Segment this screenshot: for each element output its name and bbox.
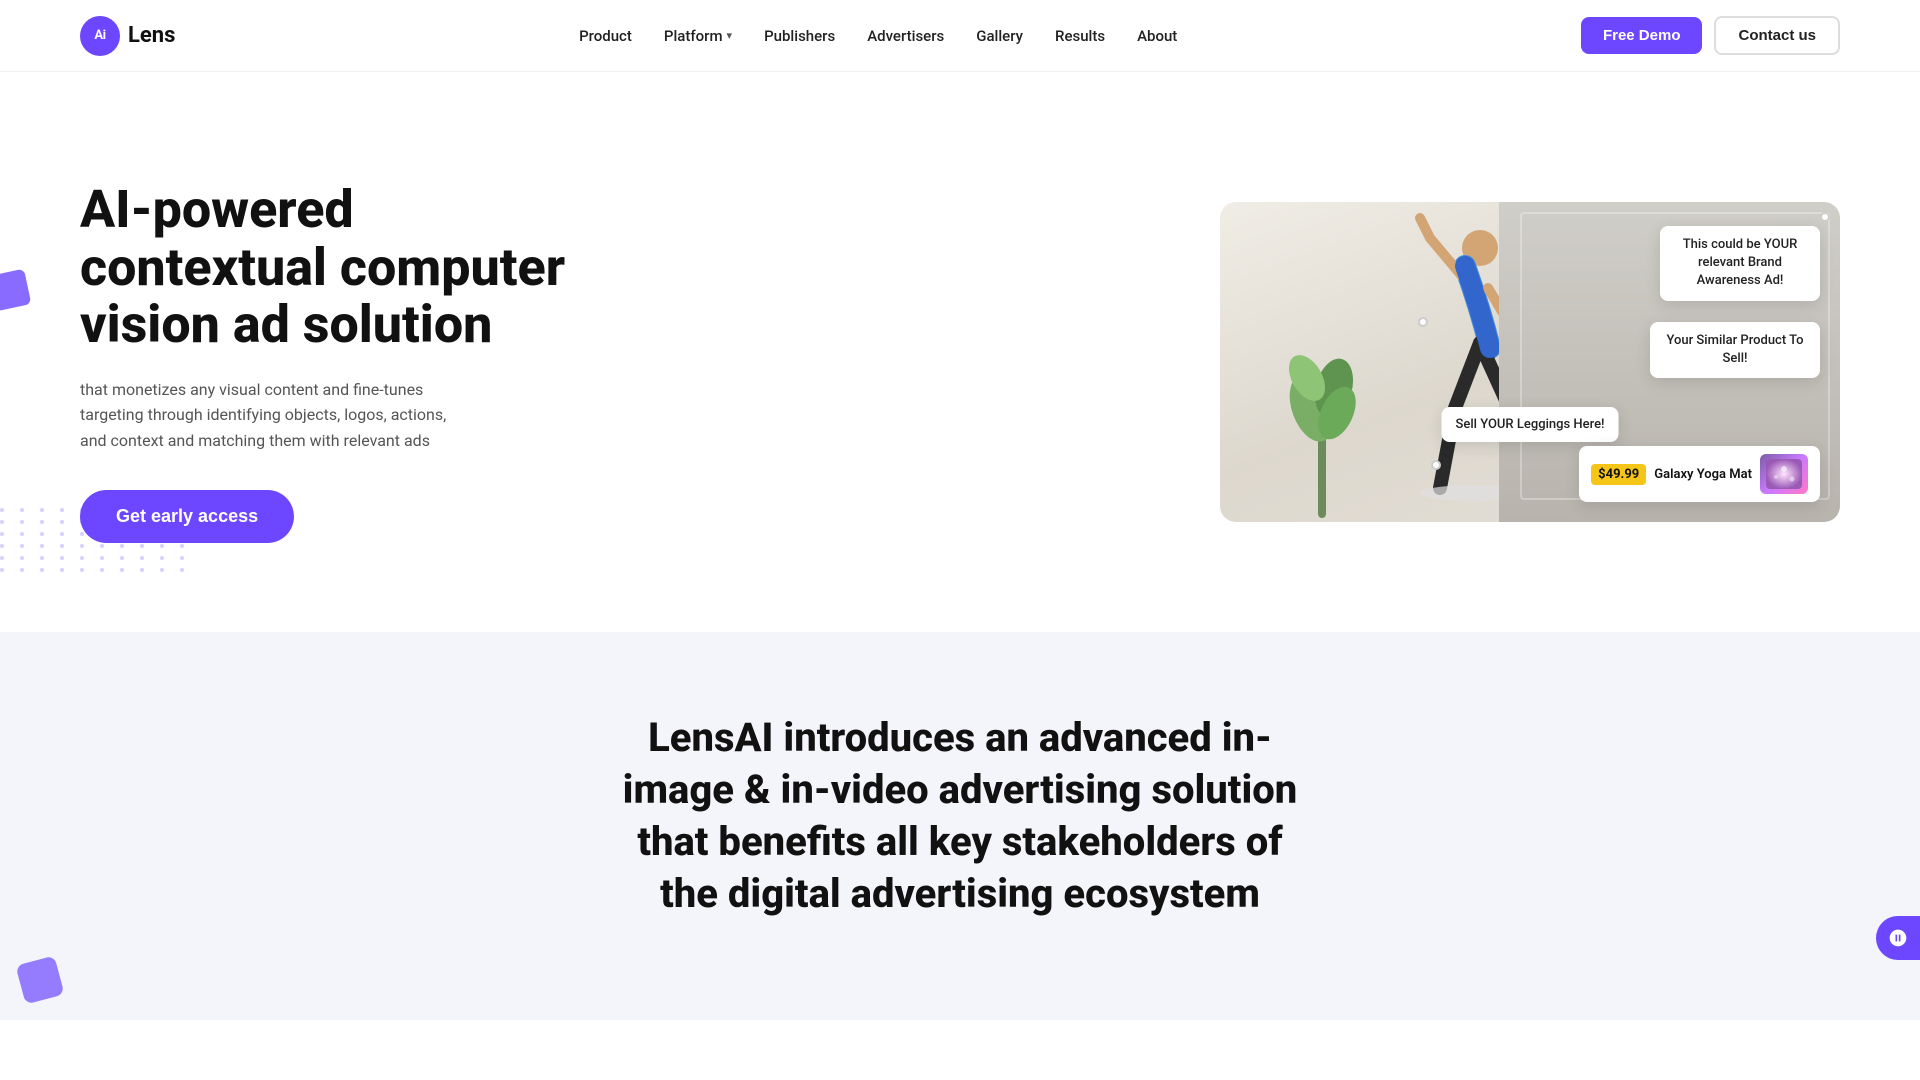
ad-product-name: Galaxy Yoga Mat [1654, 467, 1752, 482]
logo-name: Lens [128, 23, 175, 48]
free-demo-button[interactable]: Free Demo [1581, 17, 1703, 54]
hero-description: that monetizes any visual content and fi… [80, 377, 460, 454]
ad-price: $49.99 [1591, 464, 1646, 485]
bottom-left-decoration [16, 956, 65, 1005]
hero-section: // Generate dots inline for(let i=0;i<60… [0, 72, 1920, 632]
nav-publishers[interactable]: Publishers [764, 27, 835, 45]
product-thumbnail [1760, 454, 1808, 494]
nav-advertisers[interactable]: Advertisers [867, 27, 944, 45]
contact-button[interactable]: Contact us [1714, 16, 1840, 55]
nav-gallery[interactable]: Gallery [976, 27, 1023, 45]
brand-logo[interactable]: Ai Lens [80, 16, 175, 56]
bottom-title: LensAI introduces an advanced in-image &… [610, 712, 1310, 920]
nav-links: Product Platform ▾ Publishers Advertiser… [579, 26, 1177, 45]
plant-decoration [1282, 318, 1362, 522]
chat-button[interactable] [1876, 916, 1920, 960]
nav-product[interactable]: Product [579, 27, 632, 45]
early-access-button[interactable]: Get early access [80, 490, 294, 543]
chevron-down-icon: ▾ [727, 29, 733, 42]
navbar: Ai Lens Product Platform ▾ Publishers Ad… [0, 0, 1920, 72]
hero-image: This could be YOUR relevant Brand Awaren… [1220, 202, 1840, 522]
ad-leggings: Sell YOUR Leggings Here! [1442, 407, 1619, 442]
nav-about[interactable]: About [1137, 27, 1177, 45]
nav-actions: Free Demo Contact us [1581, 16, 1840, 55]
ad-similar-product: Your Similar Product To Sell! [1650, 322, 1820, 378]
ad-product: $49.99 Galaxy Yoga Mat [1579, 446, 1820, 502]
logo-icon: Ai [80, 16, 120, 56]
hero-image-area: This could be YOUR relevant Brand Awaren… [1220, 202, 1840, 522]
bottom-section: LensAI introduces an advanced in-image &… [0, 632, 1920, 1020]
dot-connector-bottom [1431, 460, 1441, 470]
hero-content: AI-powered contextual computer vision ad… [80, 181, 600, 542]
hero-title: AI-powered contextual computer vision ad… [80, 181, 600, 353]
nav-results[interactable]: Results [1055, 27, 1105, 45]
dot-connector-top [1820, 212, 1830, 222]
nav-platform[interactable]: Platform ▾ [664, 27, 732, 45]
ad-brand-awareness: This could be YOUR relevant Brand Awaren… [1660, 226, 1820, 301]
left-decoration [0, 269, 31, 312]
